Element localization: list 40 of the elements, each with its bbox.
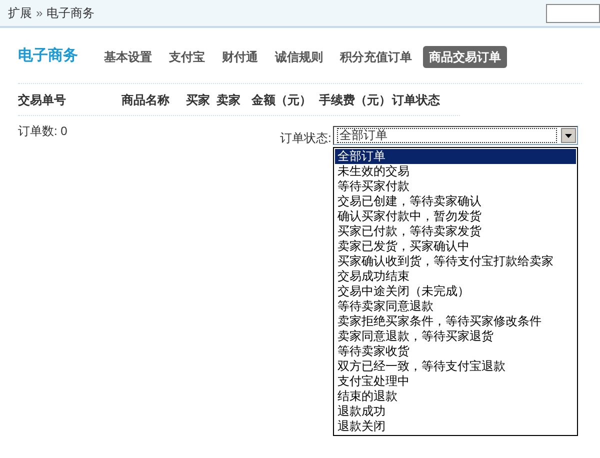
breadcrumb-link[interactable]: 扩展 [8, 4, 32, 22]
column-header: 订单状态 [392, 92, 442, 108]
dropdown-option[interactable]: 支付宝处理中 [335, 374, 576, 389]
tab[interactable]: 支付宝 [169, 46, 205, 68]
dropdown-option[interactable]: 等待买家付款 [335, 179, 576, 194]
column-header: 手续费（元） [319, 92, 392, 108]
dropdown-option[interactable]: 交易已创建，等待卖家确认 [335, 194, 576, 209]
dropdown-option[interactable]: 买家已付款，等待卖家发货 [335, 224, 576, 239]
dropdown-option[interactable]: 结束的退款 [335, 389, 576, 404]
dropdown-option[interactable]: 等待卖家同意退款 [335, 299, 576, 314]
column-header: 商品名称 [122, 92, 170, 108]
tab[interactable]: 基本设置 [104, 46, 152, 68]
breadcrumb-current: 电子商务 [46, 5, 95, 22]
column-header: 交易单号 [18, 92, 67, 108]
dropdown-option[interactable]: 未生效的交易 [335, 164, 576, 179]
dropdown-option[interactable]: 卖家已发货，买家确认中 [335, 239, 576, 254]
column-header: 买家 [186, 92, 211, 108]
order-count: 订单数: 0 [18, 123, 68, 140]
dropdown-option[interactable]: 全部订单 [335, 149, 576, 164]
breadcrumb-separator: » [36, 5, 43, 22]
status-select[interactable]: 全部订单 [333, 126, 578, 145]
dropdown-option[interactable]: 等待卖家收货 [335, 344, 576, 359]
dropdown-option[interactable]: 交易成功结束 [335, 269, 576, 284]
dropdown-option[interactable]: 退款关闭 [335, 419, 576, 434]
dropdown-option[interactable]: 确认买家付款中，暂勿发货 [335, 209, 576, 224]
dropdown-option[interactable]: 退款成功 [335, 404, 576, 419]
dropdown-option[interactable]: 交易中途关闭（未完成） [335, 284, 576, 299]
tab[interactable]: 财付通 [222, 46, 258, 68]
column-header: 金额（元） [251, 92, 312, 108]
dropdown-option[interactable]: 双方已经一致，等待支付宝退款 [335, 359, 576, 374]
tab[interactable]: 诚信规则 [275, 46, 323, 68]
column-header: 卖家 [216, 92, 242, 108]
dropdown-option[interactable]: 买家确认收到货，等待支付宝打款给卖家 [335, 254, 576, 269]
search-field[interactable] [546, 4, 600, 22]
filter-label: 订单状态: [280, 130, 332, 147]
tab[interactable]: 积分充值订单 [340, 46, 412, 68]
section-title: 电子商务 [18, 46, 78, 66]
tab[interactable]: 商品交易订单 [423, 46, 507, 68]
dropdown-option[interactable]: 卖家同意退款，等待买家退货 [335, 329, 576, 344]
dropdown-option[interactable]: 卖家拒绝买家条件，等待买家修改条件 [335, 314, 576, 329]
